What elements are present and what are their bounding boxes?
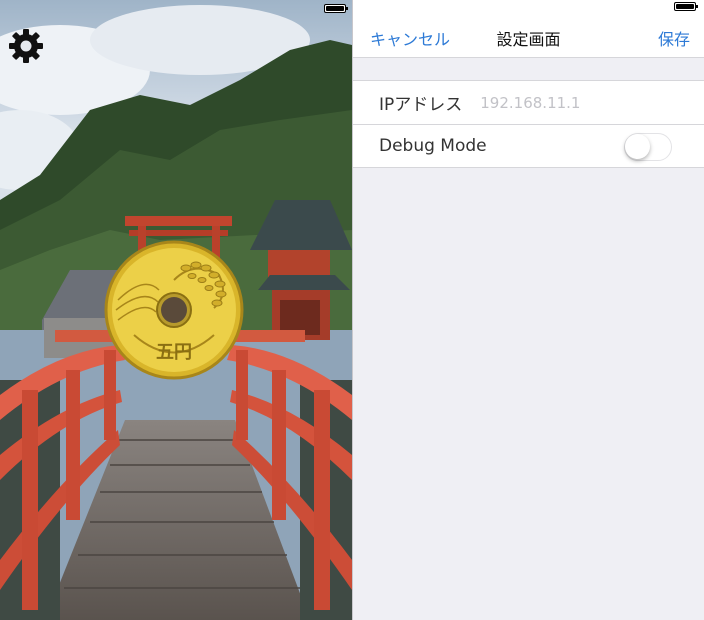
battery-icon <box>674 2 698 11</box>
navigation-bar: キャンセル 設定画面 保存 <box>353 14 704 58</box>
ip-address-label: IPアドレス <box>379 95 463 115</box>
five-yen-coin: 五円 <box>104 240 244 380</box>
coin-label: 五円 <box>156 342 192 363</box>
settings-screen: キャンセル 設定画面 保存 IPアドレス Debug Mode <box>352 0 704 620</box>
debug-mode-row: Debug Mode <box>353 124 704 167</box>
status-bar <box>353 0 704 14</box>
ar-camera-view: 五円 <box>0 0 352 620</box>
page-title: 設定画面 <box>496 30 561 49</box>
toggle-knob <box>625 134 650 159</box>
ip-address-input[interactable] <box>480 93 641 112</box>
debug-mode-toggle[interactable] <box>624 133 672 161</box>
debug-mode-label: Debug Mode <box>379 136 487 156</box>
ip-address-row[interactable]: IPアドレス <box>353 81 704 124</box>
settings-group: IPアドレス Debug Mode <box>353 80 704 168</box>
gear-icon[interactable] <box>7 27 45 65</box>
save-button[interactable]: 保存 <box>658 26 690 50</box>
battery-icon <box>324 4 348 13</box>
